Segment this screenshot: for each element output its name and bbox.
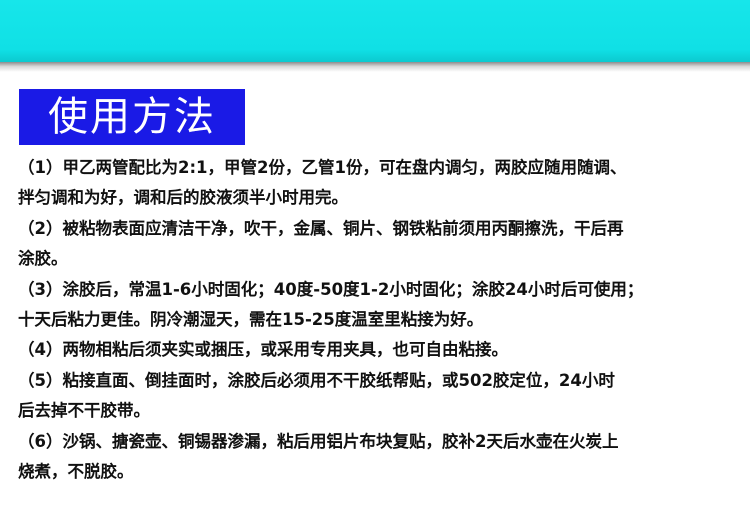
section-title-box: 使用方法 <box>19 89 245 145</box>
instruction-line: （5）粘接直面、倒挂面时，涂胶后必须用不干胶纸帮贴，或502胶定位，24小时 <box>18 370 615 390</box>
instruction-line: 十天后粘力更佳。阴冷潮湿天，需在15-25度温室里粘接为好。 <box>18 309 484 329</box>
instruction-line: （2）被粘物表面应清洁干净，吹干，金属、铜片、钢铁粘前须用丙酮擦洗，干后再 <box>18 218 624 238</box>
instruction-line: （6）沙锅、搪瓷壶、铜锡器渗漏，粘后用铝片布块复贴，胶补2天后水壶在火炭上 <box>18 431 619 451</box>
instruction-line: 后去掉不干胶带。 <box>18 401 150 421</box>
top-banner <box>0 0 750 62</box>
instructions-body: （1）甲乙两管配比为2:1，甲管2份，乙管1份，可在盘内调匀，两胶应随用随调、 … <box>18 153 730 487</box>
instruction-line: 拌匀调和为好，调和后的胶液须半小时用完。 <box>18 188 348 208</box>
instruction-line: （3）涂胶后，常温1-6小时固化；40度-50度1-2小时固化；涂胶24小时后可… <box>18 279 644 299</box>
section-title: 使用方法 <box>48 94 216 140</box>
instruction-line: （4）两物相粘后须夹实或捆压，或采用专用夹具，也可自由粘接。 <box>18 340 508 360</box>
banner-shadow <box>0 62 750 72</box>
instruction-line: 烧煮，不脱胶。 <box>18 461 134 481</box>
instruction-line: 涂胶。 <box>18 249 68 269</box>
instruction-line: （1）甲乙两管配比为2:1，甲管2份，乙管1份，可在盘内调匀，两胶应随用随调、 <box>18 158 627 177</box>
